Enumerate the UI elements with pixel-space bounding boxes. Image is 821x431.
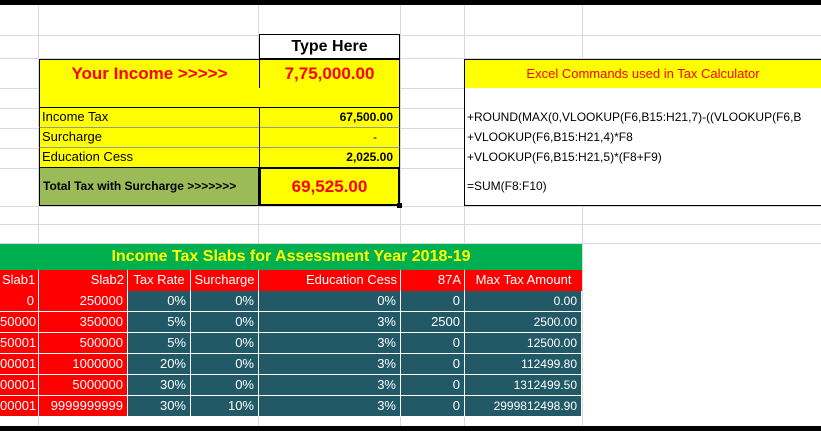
cell-surcharge[interactable]: 0% [191,354,259,375]
cell-slab2[interactable]: 5000000 [39,375,128,396]
income-input-field[interactable]: 7,75,000.00 [259,59,400,89]
slabs-title: Income Tax Slabs for Assessment Year 201… [0,244,582,270]
spacer-row [39,88,400,108]
cell-87a[interactable]: 0 [401,396,465,417]
cell-slab1[interactable]: 50001 [0,333,39,354]
cell-tax-rate[interactable]: 20% [128,354,191,375]
cell-surcharge[interactable]: 0% [191,375,259,396]
cell-slab1[interactable]: 00001 [0,396,39,417]
cell-tax-rate[interactable]: 5% [128,333,191,354]
col-header-87a: 87A [401,270,465,291]
bottom-border [0,426,821,431]
col-header-slab1: Slab1 [0,270,39,291]
cell-tax-rate[interactable]: 5% [128,312,191,333]
command-line-education-cess: +VLOOKUP(F6,B15:H21,5)*(F8+F9) [467,150,662,164]
cell-slab2[interactable]: 500000 [39,333,128,354]
cell-education-cess[interactable]: 3% [259,354,401,375]
cell-87a[interactable]: 2500 [401,312,465,333]
cell-87a[interactable]: 0 [401,375,465,396]
surcharge-value: - [259,128,400,148]
cell-max-tax[interactable]: 2500.00 [465,312,582,333]
cell-surcharge[interactable]: 0% [191,312,259,333]
col-header-max-tax: Max Tax Amount [465,270,582,291]
cell-education-cess[interactable]: 3% [259,375,401,396]
cell-education-cess[interactable]: 3% [259,333,401,354]
your-income-label: Your Income >>>>> [39,59,259,89]
cell-max-tax[interactable]: 112499.80 [465,354,582,375]
cell-surcharge[interactable]: 0% [191,333,259,354]
cell-slab1[interactable]: 50000 [0,312,39,333]
cell-slab1[interactable]: 00001 [0,354,39,375]
command-line-total: =SUM(F8:F10) [467,179,547,193]
income-tax-value: 67,500.00 [259,108,400,128]
cell-surcharge[interactable]: 0% [191,291,259,312]
income-tax-label: Income Tax [39,108,259,128]
col-header-slab2: Slab2 [39,270,128,291]
cell-education-cess[interactable]: 3% [259,312,401,333]
cell-max-tax[interactable]: 0.00 [465,291,582,312]
education-cess-label: Education Cess [39,148,259,168]
cell-slab1[interactable]: 0 [0,291,39,312]
top-border [0,0,821,5]
cell-87a[interactable]: 0 [401,291,465,312]
cell-surcharge[interactable]: 10% [191,396,259,417]
col-header-surcharge: Surcharge [191,270,259,291]
cell-education-cess[interactable]: 0% [259,291,401,312]
cell-87a[interactable]: 0 [401,333,465,354]
type-here-header: Type Here [259,34,400,59]
col-header-education-cess: Education Cess [259,270,401,291]
commands-header: Excel Commands used in Tax Calculator [464,59,821,89]
cell-max-tax[interactable]: 12500.00 [465,333,582,354]
cell-slab2[interactable]: 250000 [39,291,128,312]
cell-tax-rate[interactable]: 30% [128,375,191,396]
cell-fill-handle[interactable] [397,203,402,208]
cell-slab2[interactable]: 1000000 [39,354,128,375]
cell-max-tax[interactable]: 1312499.50 [465,375,582,396]
cell-slab1[interactable]: 00001 [0,375,39,396]
command-line-surcharge: +VLOOKUP(F6,B15:H21,4)*F8 [467,130,633,144]
cell-87a[interactable]: 0 [401,354,465,375]
cell-max-tax[interactable]: 2999812498.90 [465,396,582,417]
education-cess-value: 2,025.00 [259,148,400,168]
cell-slab2[interactable]: 350000 [39,312,128,333]
command-line-income-tax: +ROUND(MAX(0,VLOOKUP(F6,B15:H21,7)-((VLO… [467,110,802,124]
surcharge-label: Surcharge [39,128,259,148]
total-tax-label: Total Tax with Surcharge >>>>>>> [39,167,259,206]
cell-tax-rate[interactable]: 0% [128,291,191,312]
cell-slab2[interactable]: 9999999999 [39,396,128,417]
cell-tax-rate[interactable]: 30% [128,396,191,417]
total-tax-value[interactable]: 69,525.00 [259,167,400,206]
cell-education-cess[interactable]: 3% [259,396,401,417]
col-header-tax-rate: Tax Rate [128,270,191,291]
